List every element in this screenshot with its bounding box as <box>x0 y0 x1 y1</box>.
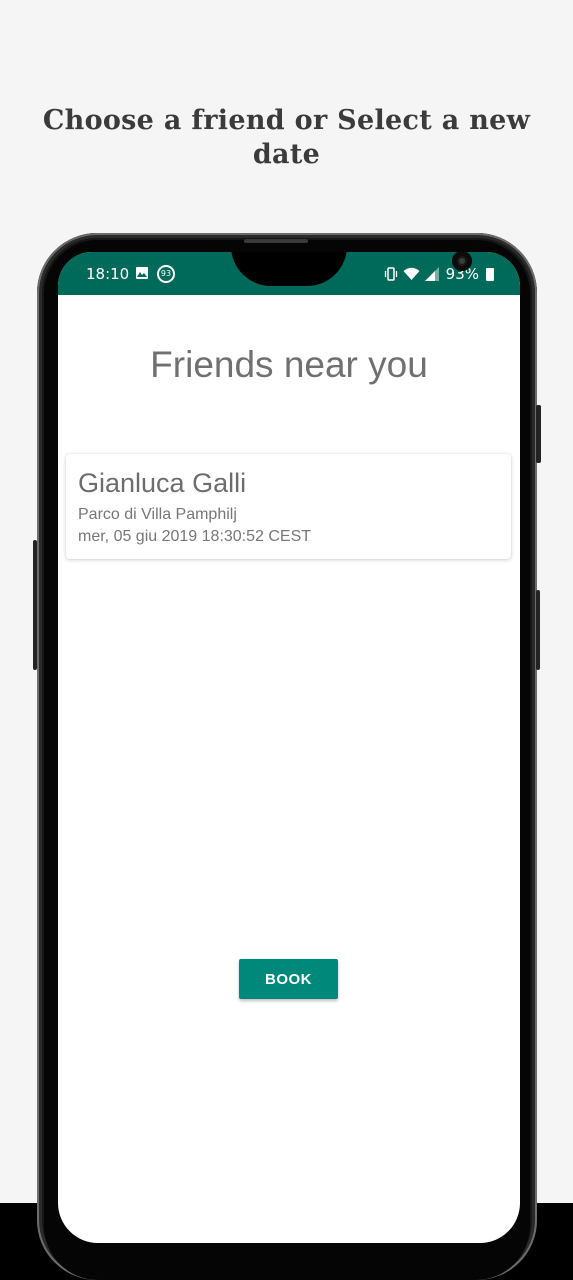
app-screen: 18:10 93 93% Friends near you Gianluca G… <box>58 252 520 1243</box>
power-button <box>536 405 541 463</box>
vibrate-icon <box>384 267 397 281</box>
signal-icon <box>424 267 439 281</box>
status-time: 18:10 <box>86 265 130 283</box>
friend-datetime: mer, 05 giu 2019 18:30:52 CEST <box>78 528 312 545</box>
battery-icon <box>486 267 494 281</box>
friend-card[interactable]: Gianluca Galli Parco di Villa Pamphilj m… <box>66 454 511 559</box>
friend-place: Parco di Villa Pamphilj <box>78 506 237 523</box>
status-right: 93% <box>384 265 494 283</box>
friend-name: Gianluca Galli <box>78 468 247 498</box>
volume-button <box>536 590 540 670</box>
wifi-icon <box>403 267 420 280</box>
status-bar: 18:10 93 93% <box>58 252 520 295</box>
notification-count-icon: 93 <box>157 265 175 283</box>
book-button[interactable]: BOOK <box>239 959 338 999</box>
page-title: Friends near you <box>150 344 428 385</box>
image-icon <box>136 267 148 279</box>
earpiece-speaker <box>244 239 308 243</box>
display-notch <box>231 252 472 286</box>
promo-headline: Choose a friend or Select a new date <box>42 105 531 170</box>
front-camera-icon <box>452 252 472 271</box>
alert-slider <box>33 540 37 670</box>
